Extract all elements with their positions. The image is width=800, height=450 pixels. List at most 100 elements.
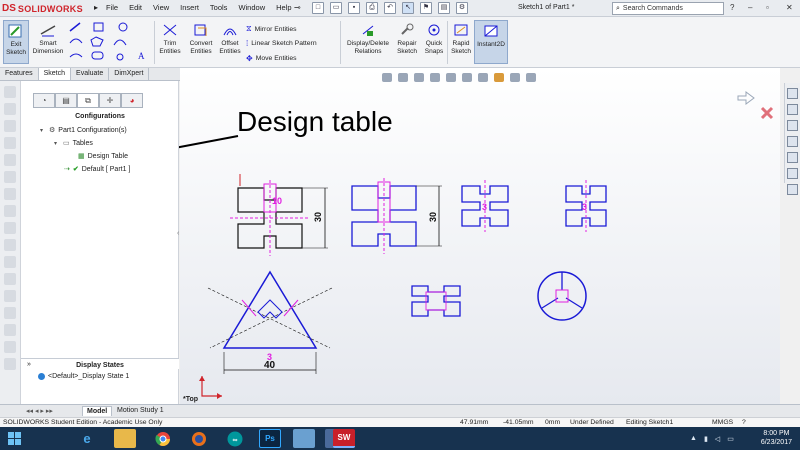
linear-pattern-button[interactable]: ⁞ Linear Sketch Pattern bbox=[246, 39, 317, 48]
display-delete-relations-button[interactable]: Display/Delete Relations bbox=[344, 22, 392, 55]
tool-icon[interactable] bbox=[4, 222, 16, 234]
solidworks-logo[interactable]: DS SOLIDWORKS bbox=[2, 2, 88, 15]
tree-item-default-config[interactable]: ⇢ ✔ Default [ Part1 ] bbox=[64, 165, 130, 174]
pin-icon[interactable]: ⊸ bbox=[294, 3, 301, 12]
custom-properties-icon[interactable] bbox=[787, 184, 798, 195]
tool-icon[interactable] bbox=[4, 103, 16, 115]
file-explorer-icon[interactable] bbox=[787, 136, 798, 147]
feature-manager-tab-icon[interactable]: ◔ bbox=[33, 93, 55, 108]
move-entities-button[interactable]: ✥ Move Entities bbox=[246, 54, 297, 63]
tree-item-configurations-root[interactable]: ▾ ⚙ Part1 Configuration(s) bbox=[40, 126, 127, 135]
quick-snaps-button[interactable]: Quick Snaps bbox=[422, 22, 446, 55]
tab-model[interactable]: Model bbox=[82, 406, 113, 416]
view-settings-icon[interactable] bbox=[526, 73, 536, 82]
search-commands[interactable]: ⌕ Search Commands bbox=[612, 2, 724, 15]
appearances-icon[interactable] bbox=[787, 168, 798, 179]
display-manager-tab-icon[interactable]: ◕ bbox=[121, 93, 143, 108]
clock[interactable]: 8:00 PM 6/23/2017 bbox=[761, 430, 792, 447]
tool-icon[interactable] bbox=[4, 154, 16, 166]
resources-icon[interactable] bbox=[787, 104, 798, 115]
file-properties-icon[interactable]: ▤ bbox=[438, 2, 450, 14]
tool-icon[interactable] bbox=[4, 171, 16, 183]
tab-motion-study[interactable]: Motion Study 1 bbox=[113, 406, 168, 415]
menu-tools[interactable]: Tools bbox=[210, 3, 228, 12]
mirror-entities-button[interactable]: ⧖ Mirror Entities bbox=[246, 24, 297, 34]
tool-icon[interactable] bbox=[4, 358, 16, 370]
help-icon[interactable]: ? bbox=[730, 3, 734, 12]
tool-icon[interactable] bbox=[4, 290, 16, 302]
collapse-caret-icon[interactable]: ▾ bbox=[54, 140, 60, 147]
offset-entities-button[interactable]: Offset Entities bbox=[216, 22, 244, 55]
dimension-3-label-3[interactable]: 3 bbox=[267, 352, 272, 362]
tab-sketch[interactable]: Sketch bbox=[38, 68, 72, 80]
select-icon[interactable]: ↖ bbox=[402, 2, 414, 14]
tool-icon[interactable] bbox=[4, 307, 16, 319]
hide-show-items-icon[interactable] bbox=[478, 73, 488, 82]
collapse-caret-icon[interactable]: ▾ bbox=[40, 127, 46, 134]
tab-evaluate[interactable]: Evaluate bbox=[71, 68, 110, 80]
open-icon[interactable]: ▭ bbox=[330, 2, 342, 14]
file-explorer-icon[interactable] bbox=[114, 429, 136, 448]
undo-icon[interactable]: ↶ bbox=[384, 2, 396, 14]
dimension-30-label[interactable]: 30 bbox=[313, 212, 323, 222]
tool-icon[interactable] bbox=[4, 137, 16, 149]
network-icon[interactable]: ▮ bbox=[704, 435, 708, 443]
panel-collapse-handle-icon[interactable]: ‹ bbox=[177, 230, 179, 237]
property-manager-tab-icon[interactable]: ▤ bbox=[55, 93, 77, 108]
tree-item-tables[interactable]: ▾ ▭ Tables bbox=[54, 139, 93, 148]
tray-overflow-icon[interactable]: ▲ bbox=[690, 435, 697, 443]
firefox-icon[interactable] bbox=[188, 429, 210, 448]
rebuild-icon[interactable]: ⚑ bbox=[420, 2, 432, 14]
tree-item-design-table[interactable]: ▦ Design Table bbox=[78, 152, 128, 161]
exit-sketch-corner-icon[interactable] bbox=[737, 91, 755, 105]
units-status[interactable]: MMGS bbox=[712, 419, 733, 426]
tab-features[interactable]: Features bbox=[0, 68, 39, 80]
display-style-icon[interactable] bbox=[462, 73, 472, 82]
zoom-area-icon[interactable] bbox=[398, 73, 408, 82]
menu-view[interactable]: View bbox=[153, 3, 169, 12]
tab-scroll-arrows-icon[interactable]: ◂◂ ◂ ▸ ▸▸ bbox=[26, 407, 53, 415]
trim-entities-button[interactable]: Trim Entities bbox=[156, 22, 184, 55]
dimension-3-label-2[interactable]: 3 bbox=[582, 202, 587, 212]
home-icon[interactable] bbox=[787, 88, 798, 99]
help-icon-status[interactable]: ? bbox=[742, 419, 746, 426]
windows-start-icon[interactable] bbox=[8, 432, 22, 446]
dimension-10-label[interactable]: 10 bbox=[272, 196, 282, 206]
smart-dimension-button[interactable]: Smart Dimension bbox=[31, 22, 65, 55]
arduino-icon[interactable]: ∞ bbox=[224, 429, 246, 448]
battery-icon[interactable]: ▭ bbox=[727, 435, 734, 443]
chrome-icon[interactable] bbox=[152, 429, 174, 448]
options-icon[interactable]: ⚙ bbox=[456, 2, 468, 14]
tool-icon[interactable] bbox=[4, 120, 16, 132]
tool-icon[interactable] bbox=[4, 341, 16, 353]
menu-edit[interactable]: Edit bbox=[129, 3, 142, 12]
convert-entities-button[interactable]: Convert Entities bbox=[186, 22, 216, 55]
configuration-manager-tab-icon[interactable]: ⧉ bbox=[77, 93, 99, 108]
zoom-to-fit-icon[interactable] bbox=[382, 73, 392, 82]
view-palette-icon[interactable] bbox=[787, 152, 798, 163]
menu-file[interactable]: File bbox=[106, 3, 118, 12]
dimension-3-label[interactable]: 3 bbox=[482, 202, 487, 212]
close-icon[interactable]: ✕ bbox=[786, 3, 793, 12]
sketch-entities-icons[interactable]: A bbox=[68, 21, 152, 65]
design-library-icon[interactable] bbox=[787, 120, 798, 131]
new-document-icon[interactable]: □ bbox=[312, 2, 324, 14]
apply-scene-icon[interactable] bbox=[510, 73, 520, 82]
save-icon[interactable]: ▪ bbox=[348, 2, 360, 14]
tool-icon[interactable] bbox=[4, 188, 16, 200]
tool-icon[interactable] bbox=[4, 256, 16, 268]
expand-menu-arrow-icon[interactable]: ▸ bbox=[94, 3, 98, 12]
tool-icon[interactable] bbox=[4, 239, 16, 251]
tool-icon[interactable] bbox=[4, 324, 16, 336]
tool-icon[interactable] bbox=[4, 205, 16, 217]
exit-sketch-button[interactable]: Exit Sketch bbox=[3, 20, 29, 64]
solidworks-taskbar-icon[interactable]: SW bbox=[333, 429, 355, 448]
restore-icon[interactable]: ▫ bbox=[766, 3, 769, 12]
tool-icon[interactable] bbox=[4, 86, 16, 98]
display-state-item[interactable]: <Default>_Display State 1 bbox=[38, 373, 129, 380]
tool-icon[interactable] bbox=[4, 273, 16, 285]
section-view-icon[interactable] bbox=[430, 73, 440, 82]
dimxpert-manager-tab-icon[interactable]: ✛ bbox=[99, 93, 121, 108]
tab-dimxpert[interactable]: DimXpert bbox=[109, 68, 150, 80]
instant2d-button[interactable]: Instant2D bbox=[474, 20, 508, 64]
